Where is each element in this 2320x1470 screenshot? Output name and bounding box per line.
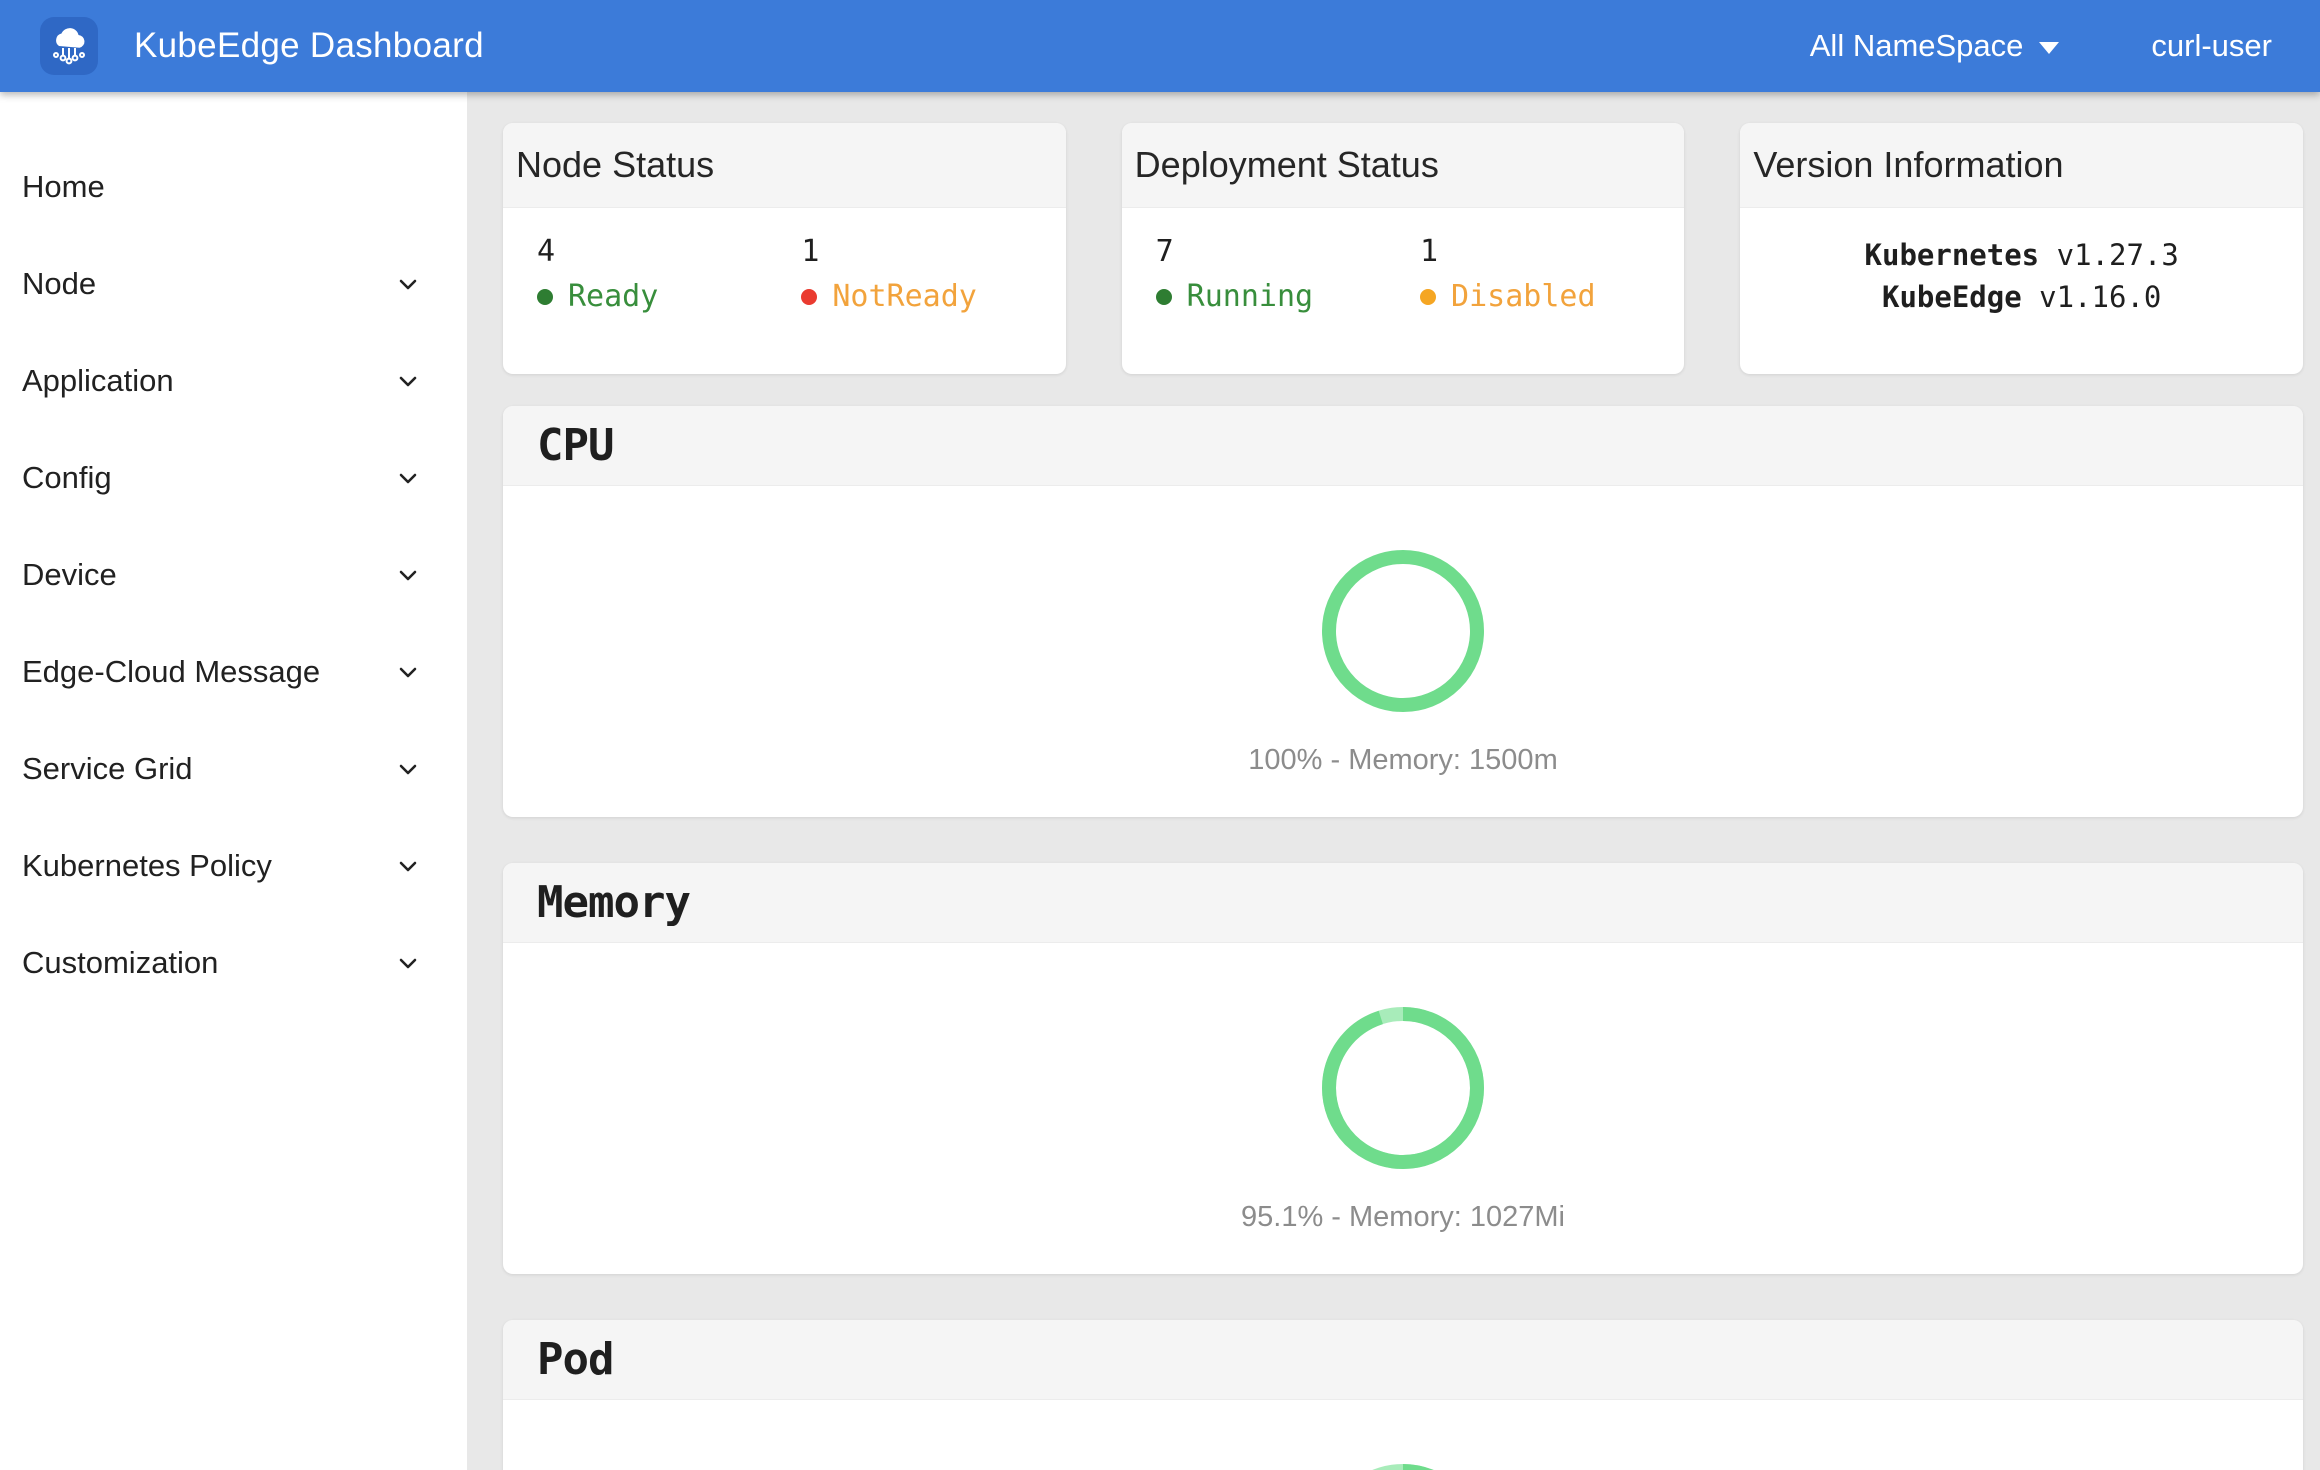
status-dot [537, 289, 553, 305]
pod-card: Pod [503, 1320, 2303, 1470]
chevron-down-icon [393, 463, 423, 493]
kubeedge-version: KubeEdge v1.16.0 [1882, 276, 2161, 318]
namespace-selector-label: All NameSpace [1810, 28, 2024, 64]
stat-running: 7 Running [1156, 234, 1420, 374]
chevron-down-icon [393, 851, 423, 881]
status-dot [1156, 289, 1172, 305]
memory-donut-chart [1318, 1003, 1488, 1173]
header-bar: KubeEdge Dashboard All NameSpace curl-us… [0, 0, 2320, 92]
sidebar-item-config[interactable]: Config [0, 429, 467, 526]
sidebar-item-application[interactable]: Application [0, 332, 467, 429]
sidebar-item-edge-cloud-message[interactable]: Edge-Cloud Message [0, 623, 467, 720]
memory-card: Memory 95.1% - Memory: 1027Mi [503, 863, 2303, 1274]
chevron-down-icon [393, 948, 423, 978]
main-content: Node Status 4 Ready 1 NotRea [503, 123, 2303, 1470]
user-menu[interactable]: curl-user [2151, 28, 2272, 64]
section-title: Pod [537, 1334, 613, 1385]
gauge-caption: 100% - Memory: 1500m [1248, 744, 1557, 777]
version-information-card: Version Information Kubernetes v1.27.3 K… [1740, 123, 2303, 374]
cpu-card: CPU 100% - Memory: 1500m [503, 406, 2303, 817]
pod-donut-chart [1318, 1460, 1488, 1470]
status-dot [1420, 289, 1436, 305]
node-status-card: Node Status 4 Ready 1 NotRea [503, 123, 1066, 374]
sidebar-item-customization[interactable]: Customization [0, 914, 467, 1011]
section-title: Memory [537, 877, 690, 928]
stat-disabled: 1 Disabled [1420, 234, 1684, 374]
gauge-caption: 95.1% - Memory: 1027Mi [1241, 1201, 1565, 1234]
stat-value: 7 [1156, 234, 1420, 270]
sidebar-item-device[interactable]: Device [0, 526, 467, 623]
status-label: NotReady [832, 278, 977, 316]
card-title: Version Information [1753, 144, 2063, 186]
section-title: CPU [537, 420, 613, 471]
namespace-selector[interactable]: All NameSpace [1810, 28, 2060, 64]
cpu-donut-chart [1318, 546, 1488, 716]
stat-notready: 1 NotReady [801, 234, 1065, 374]
stat-value: 1 [801, 234, 1065, 270]
caret-down-icon [2039, 42, 2059, 54]
kubeedge-dashboard: KubeEdge Dashboard All NameSpace curl-us… [0, 0, 2320, 1470]
status-label: Ready [568, 278, 658, 316]
card-title: Deployment Status [1135, 144, 1439, 186]
kubernetes-version: Kubernetes v1.27.3 [1865, 234, 2179, 276]
sidebar-item-home[interactable]: Home [0, 138, 467, 235]
chevron-down-icon [393, 754, 423, 784]
sidebar-item-kubernetes-policy[interactable]: Kubernetes Policy [0, 817, 467, 914]
page-title: KubeEdge Dashboard [134, 26, 484, 66]
sidebar-item-service-grid[interactable]: Service Grid [0, 720, 467, 817]
card-title: Node Status [516, 144, 714, 186]
sidebar-item-node[interactable]: Node [0, 235, 467, 332]
stat-ready: 4 Ready [537, 234, 801, 374]
status-dot [801, 289, 817, 305]
status-label: Disabled [1451, 278, 1596, 316]
status-label: Running [1187, 278, 1313, 316]
chevron-down-icon [393, 560, 423, 590]
chevron-down-icon [393, 366, 423, 396]
chevron-down-icon [393, 657, 423, 687]
deployment-status-card: Deployment Status 7 Running 1 [1122, 123, 1685, 374]
cloud-icon [47, 24, 91, 68]
app-logo [40, 17, 98, 75]
sidebar: Home Node Application Config Device Edge… [0, 92, 467, 1470]
chevron-down-icon [393, 269, 423, 299]
stat-value: 4 [537, 234, 801, 270]
stat-value: 1 [1420, 234, 1684, 270]
